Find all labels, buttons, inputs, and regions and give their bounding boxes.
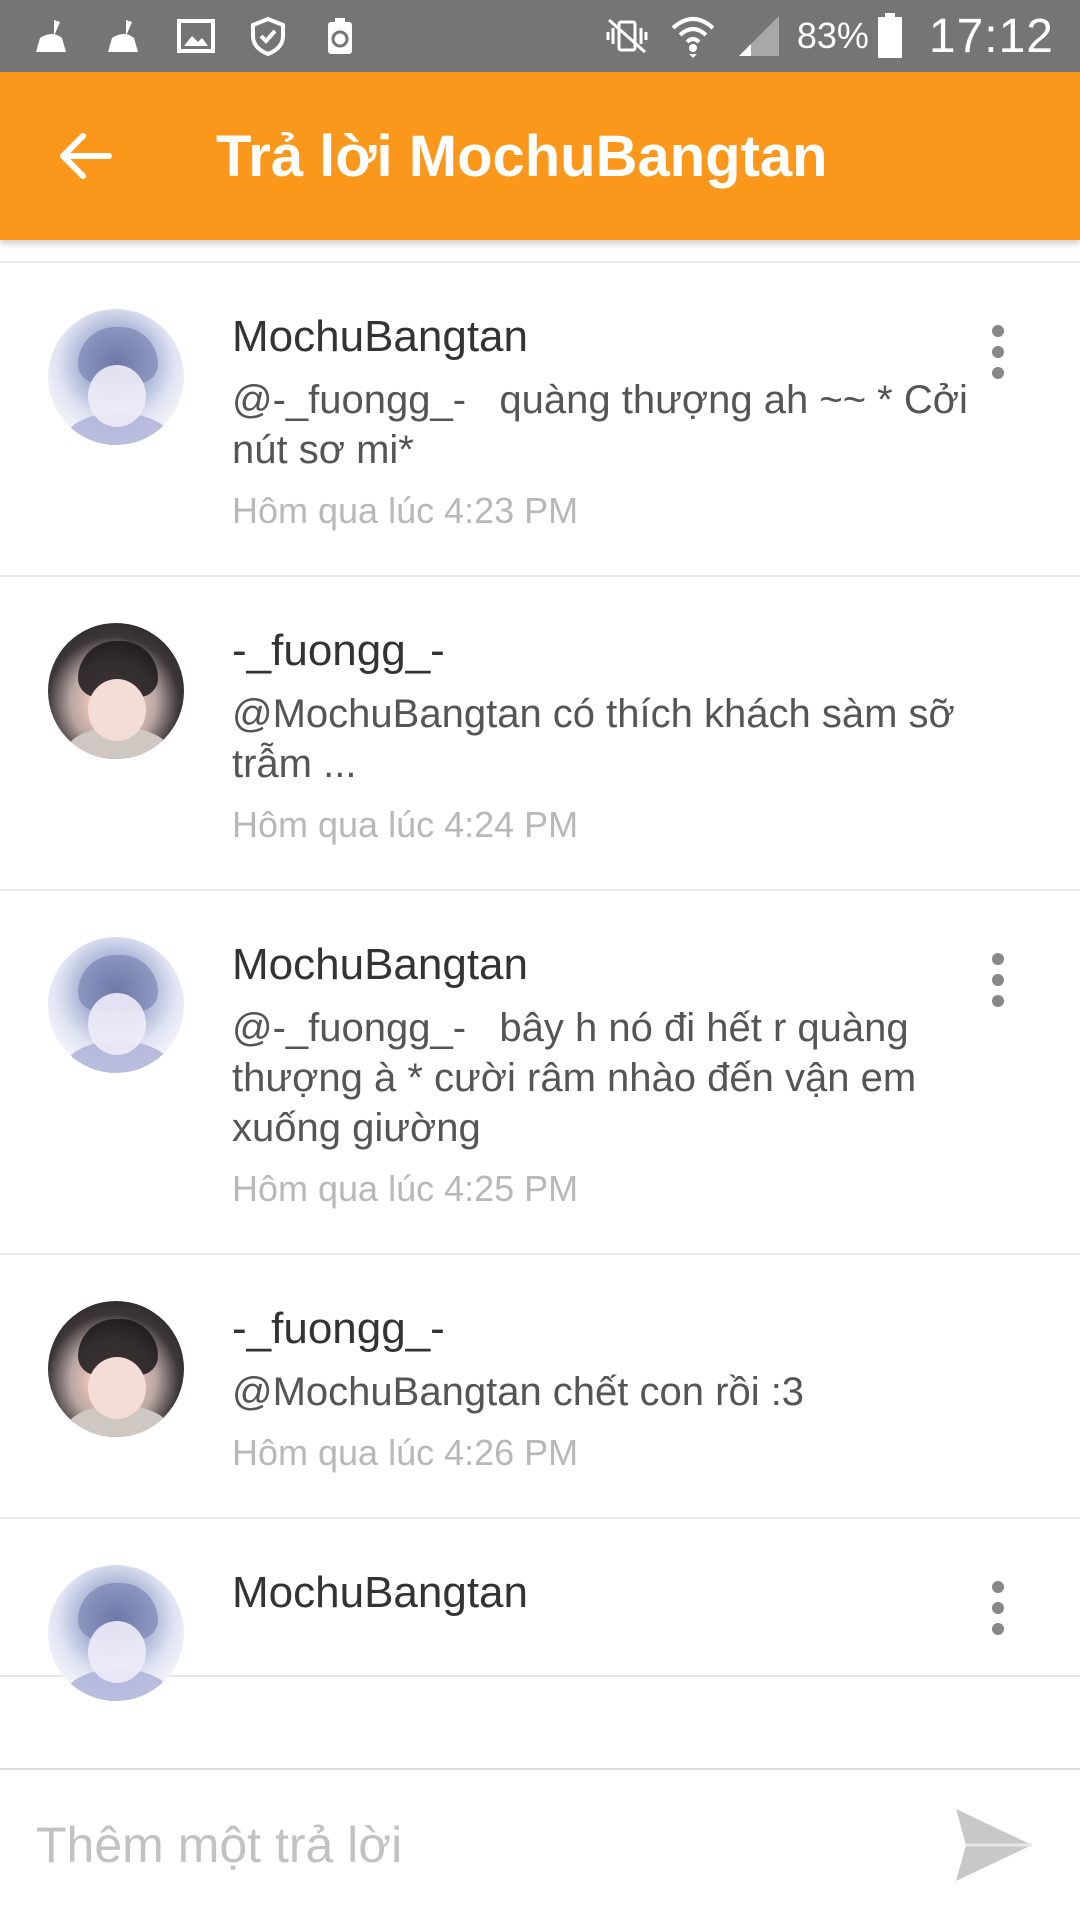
- page-title: Trả lời MochuBangtan: [216, 123, 828, 189]
- battery-percent: 83%: [796, 15, 869, 56]
- signal-icon: [735, 14, 783, 58]
- comment-username[interactable]: MochuBangtan: [232, 939, 1020, 991]
- comment-item[interactable]: -_fuongg_- @MochuBangtan chết con rồi :3…: [0, 1255, 1080, 1519]
- comment-message: @-_fuongg_- bây h nó đi hết r quàng thượ…: [232, 1006, 928, 1150]
- more-options-button[interactable]: [986, 953, 1010, 1007]
- arrow-back-icon: [60, 133, 112, 179]
- comment-item[interactable]: -_fuongg_- @MochuBangtan có thích khách …: [0, 577, 1080, 891]
- comment-message: @MochuBangtan có thích khách sàm sỡ trẫm…: [232, 692, 966, 786]
- reply-bar: [0, 1768, 1080, 1920]
- comment-username[interactable]: MochuBangtan: [232, 1567, 1020, 1619]
- cleaner-icon: [30, 14, 74, 58]
- vibrate-mute-icon: [603, 14, 651, 58]
- battery-icon: [877, 13, 903, 59]
- send-icon: [956, 1809, 1032, 1881]
- more-vert-icon: [992, 953, 1004, 965]
- wifi-icon: [669, 14, 717, 58]
- comment-timestamp: Hôm qua lúc 4:24 PM: [232, 804, 579, 845]
- comment-list[interactable]: MochuBangtan @-_fuongg_- quàng thượng ah…: [0, 240, 1080, 1768]
- image-icon: [174, 14, 218, 58]
- comment-timestamp: Hôm qua lúc 4:23 PM: [232, 490, 579, 531]
- more-vert-icon: [992, 325, 1004, 337]
- avatar[interactable]: [48, 309, 184, 445]
- comment-message: @MochuBangtan chết con rồi :3: [232, 1370, 805, 1414]
- avatar[interactable]: [48, 937, 184, 1073]
- more-vert-icon: [992, 1581, 1004, 1593]
- comment-message: @-_fuongg_- quàng thượng ah ~~ * Cởi nút…: [232, 378, 979, 472]
- comment-item[interactable]: MochuBangtan @-_fuongg_- bây h nó đi hết…: [0, 891, 1080, 1255]
- comment-username[interactable]: -_fuongg_-: [232, 1303, 1020, 1355]
- comment-item[interactable]: MochuBangtan: [0, 1519, 1080, 1701]
- comment-username[interactable]: MochuBangtan: [232, 311, 1020, 363]
- comment-username[interactable]: -_fuongg_-: [232, 625, 1020, 677]
- comment-timestamp: Hôm qua lúc 4:25 PM: [232, 1168, 579, 1209]
- status-left-icons: [30, 14, 390, 58]
- status-right-icons: 83% 17:12: [585, 9, 1054, 64]
- cleaner-icon: [102, 14, 146, 58]
- send-button[interactable]: [944, 1795, 1044, 1895]
- recycle-battery-icon: [318, 14, 362, 58]
- status-bar: 83% 17:12: [0, 0, 1080, 72]
- avatar[interactable]: [48, 623, 184, 759]
- avatar[interactable]: [48, 1565, 184, 1701]
- avatar[interactable]: [48, 1301, 184, 1437]
- more-options-button[interactable]: [986, 1581, 1010, 1635]
- comment-timestamp: Hôm qua lúc 4:26 PM: [232, 1432, 579, 1473]
- app-bar: Trả lời MochuBangtan: [0, 72, 1080, 240]
- clock: 17:12: [928, 9, 1054, 63]
- comment-item[interactable]: MochuBangtan @-_fuongg_- quàng thượng ah…: [0, 263, 1080, 577]
- more-options-button[interactable]: [986, 325, 1010, 379]
- back-button[interactable]: [30, 101, 140, 211]
- reply-input[interactable]: [36, 1816, 944, 1874]
- shield-icon: [246, 14, 290, 58]
